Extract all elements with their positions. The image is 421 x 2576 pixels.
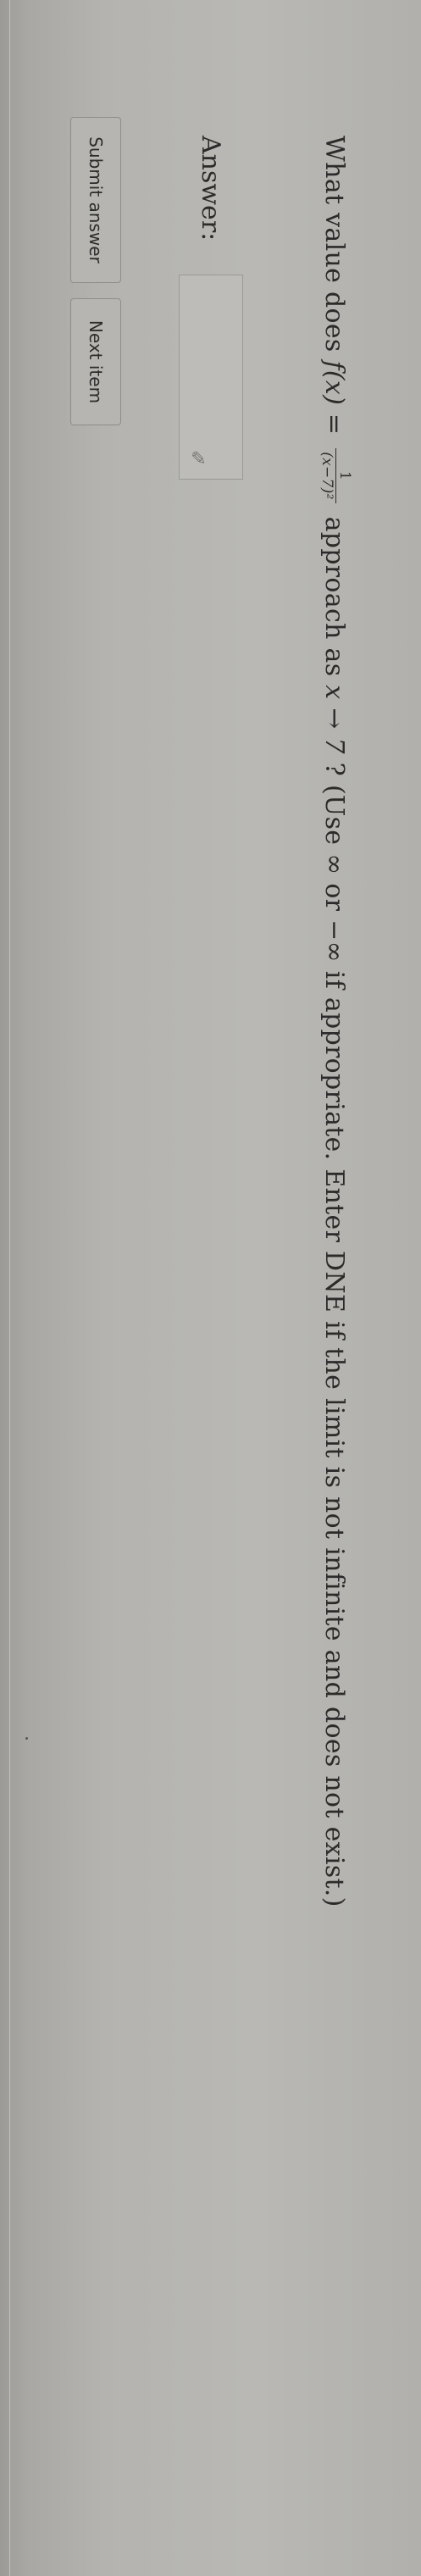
dust-speck <box>25 1737 28 1740</box>
question-card: What value does f(x) = 1 (x−7)² approach… <box>0 0 421 2576</box>
question-prefix: What value does <box>319 136 349 361</box>
answer-input[interactable]: ✎ <box>179 275 243 480</box>
fraction-denominator: (x−7)² <box>319 452 336 500</box>
answer-label: Answer: <box>196 136 226 242</box>
fraction: 1 (x−7)² <box>319 448 354 503</box>
limit-expression: x → 7 <box>319 685 349 754</box>
answer-row: Answer: ✎ <box>179 136 243 480</box>
fraction-numerator: 1 <box>335 448 354 503</box>
question-instructions: ? (Use ∞ or −∞ if appropriate. Enter DNE… <box>319 762 349 1907</box>
action-buttons: Submit answer Next item <box>70 117 121 425</box>
pencil-icon: ✎ <box>191 448 207 470</box>
screenshot-background: What value does f(x) = 1 (x−7)² approach… <box>0 0 421 2576</box>
question-middle: approach as <box>319 516 349 686</box>
submit-answer-button[interactable]: Submit answer <box>70 117 121 283</box>
function-label: f(x) = <box>319 360 349 436</box>
next-item-button[interactable]: Next item <box>70 298 121 425</box>
divider <box>9 0 13 2576</box>
question-text: What value does f(x) = 1 (x−7)² approach… <box>306 136 362 2423</box>
